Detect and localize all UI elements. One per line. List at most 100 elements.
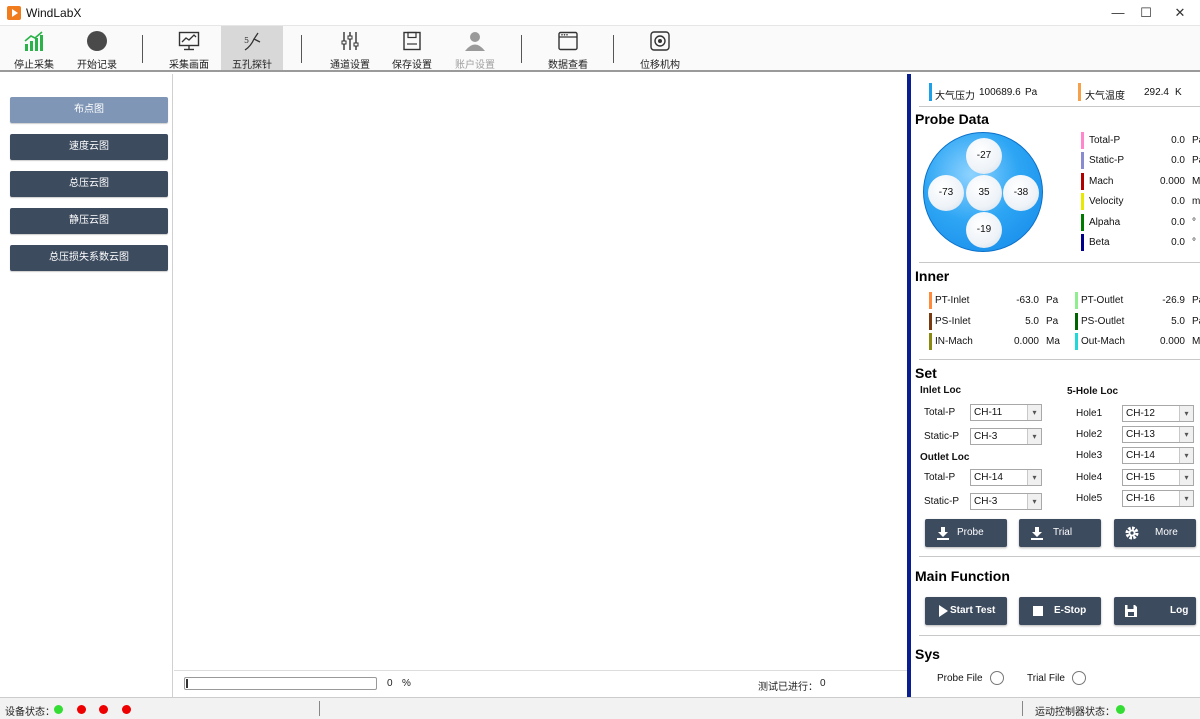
start-test-button[interactable]: Start Test [925, 597, 1007, 625]
inlet-channel-select[interactable]: CH-11 ▾ [970, 404, 1042, 421]
reading-label: Total-P [1089, 135, 1121, 146]
hole-channel-select[interactable]: CH-12 ▾ [1122, 405, 1194, 422]
trial-button[interactable]: Trial [1019, 519, 1101, 547]
inner-color-bar [929, 292, 932, 309]
probe-file-radio[interactable] [990, 671, 1004, 685]
chevron-down-icon[interactable]: ▾ [1179, 448, 1193, 464]
progress-fill [186, 679, 188, 688]
app-logo-icon [7, 6, 21, 20]
inlet-loc-title: Inlet Loc [920, 385, 962, 396]
hole-loc-title: 5-Hole Loc [1067, 386, 1119, 397]
stop-acquisition-button[interactable]: 停止采集 [6, 26, 62, 71]
outlet-channel-select[interactable]: CH-14 ▾ [970, 469, 1042, 486]
stop-icon [1033, 606, 1043, 616]
nav-static-pressure-contour[interactable]: 静压云图 [10, 208, 168, 234]
device-status-dot [54, 705, 63, 714]
nav-layout-map[interactable]: 布点图 [10, 97, 168, 123]
more-button[interactable]: More [1114, 519, 1196, 547]
reading-color-bar [1081, 172, 1084, 190]
acquisition-view-button[interactable]: 采集画面 [161, 26, 217, 71]
plot-area[interactable] [174, 74, 907, 669]
status-separator [1022, 701, 1023, 716]
download-icon [1031, 527, 1043, 540]
toolbar-label: 保存设置 [392, 60, 432, 71]
divider [919, 556, 1200, 557]
inner-label: IN-Mach [935, 336, 973, 347]
progress-percent: 0 [387, 678, 393, 689]
hole-top: -27 [966, 138, 1002, 174]
nav-loss-coefficient-contour[interactable]: 总压损失系数云图 [10, 245, 168, 271]
app-title: WindLabX [26, 6, 82, 20]
pressure-color-bar [929, 83, 932, 101]
user-icon [465, 32, 485, 51]
start-record-button[interactable]: 开始记录 [68, 26, 126, 71]
chevron-down-icon[interactable]: ▾ [1179, 427, 1193, 443]
inlet-channel-select[interactable]: CH-3 ▾ [970, 427, 1042, 445]
chevron-down-icon[interactable]: ▾ [1179, 469, 1193, 485]
nav-total-pressure-contour[interactable]: 总压云图 [10, 171, 168, 197]
outlet-channel-select[interactable]: CH-3 ▾ [970, 492, 1042, 510]
reading-value: 0.000 [1159, 175, 1185, 187]
inner-unit: Pa [1192, 315, 1200, 327]
toolbar-label: 通道设置 [330, 60, 370, 71]
hole-channel-select[interactable]: CH-14 ▾ [1122, 447, 1194, 465]
status-separator [319, 701, 320, 716]
divider [919, 262, 1200, 263]
estop-button[interactable]: E-Stop [1019, 597, 1101, 625]
chevron-down-icon[interactable]: ▾ [1027, 493, 1041, 509]
reading-color-bar [1081, 132, 1084, 149]
inner-unit: Ma [1046, 336, 1060, 347]
hole-channel-value: CH-12 [1126, 408, 1155, 419]
nav-velocity-contour[interactable]: 速度云图 [10, 134, 168, 160]
probe-button[interactable]: Probe [925, 519, 1007, 547]
atm-temp-label: 大气温度 [1085, 91, 1125, 102]
displacement-mechanism-button[interactable]: 位移机构 [632, 26, 688, 71]
close-button[interactable]: ✕ [1160, 0, 1200, 26]
hole-channel-select[interactable]: CH-15 ▾ [1122, 468, 1194, 486]
reading-unit: Ma [1192, 175, 1200, 187]
hole-center: 35 [966, 175, 1002, 211]
reading-value: 0.0 [1171, 135, 1185, 146]
trial-file-radio[interactable] [1072, 671, 1086, 685]
set-title: Set [915, 365, 937, 381]
toolbar-label: 数据查看 [548, 60, 588, 71]
reading-label: Alpaha [1089, 216, 1121, 228]
device-status-label: 设备状态： [5, 707, 55, 718]
reading-label: Mach [1089, 175, 1114, 187]
five-hole-probe-button[interactable]: 5 五孔探针 [221, 26, 283, 71]
motion-status-indicator [1116, 705, 1125, 714]
account-settings-button[interactable]: 账户设置 [446, 26, 504, 71]
reading-unit: ° [1192, 237, 1196, 248]
data-view-button[interactable]: 数据查看 [540, 26, 596, 71]
toolbar-label: 采集画面 [169, 60, 209, 71]
record-dot-icon [87, 31, 107, 51]
save-settings-button[interactable]: 保存设置 [384, 26, 440, 71]
chevron-down-icon[interactable]: ▾ [1179, 406, 1193, 421]
log-button[interactable]: Log [1114, 597, 1196, 625]
chevron-down-icon[interactable]: ▾ [1027, 428, 1041, 444]
reading-color-bar [1081, 152, 1084, 170]
temperature-color-bar [1078, 83, 1081, 101]
reading-label: Static-P [1089, 155, 1125, 167]
toolbar-separator [142, 35, 143, 63]
inner-color-bar [1075, 312, 1078, 330]
probe-hole-diagram: -27 -73 35 -38 -19 [923, 132, 1043, 252]
inner-value: -63.0 [1016, 295, 1039, 306]
atm-temp-value: 292.4 [1143, 87, 1169, 98]
inner-unit: Pa [1192, 295, 1200, 306]
outlet-loc-title: Outlet Loc [920, 452, 970, 463]
hole-channel-label: Hole5 [1076, 492, 1103, 504]
chevron-down-icon[interactable]: ▾ [1027, 405, 1041, 420]
inner-value: 5.0 [1171, 315, 1185, 327]
chevron-down-icon[interactable]: ▾ [1027, 470, 1041, 485]
hole-channel-select[interactable]: CH-13 ▾ [1122, 426, 1194, 444]
hole-channel-select[interactable]: CH-16 ▾ [1122, 489, 1194, 507]
reading-color-bar [1081, 193, 1084, 211]
probe-button-label: Probe [957, 527, 984, 538]
outlet-channel-value: CH-3 [974, 495, 998, 507]
channel-settings-button[interactable]: 通道设置 [322, 26, 378, 71]
window-icon [558, 31, 578, 51]
inner-unit: Pa [1046, 295, 1059, 306]
trial-button-label: Trial [1053, 527, 1073, 538]
chevron-down-icon[interactable]: ▾ [1179, 490, 1193, 506]
